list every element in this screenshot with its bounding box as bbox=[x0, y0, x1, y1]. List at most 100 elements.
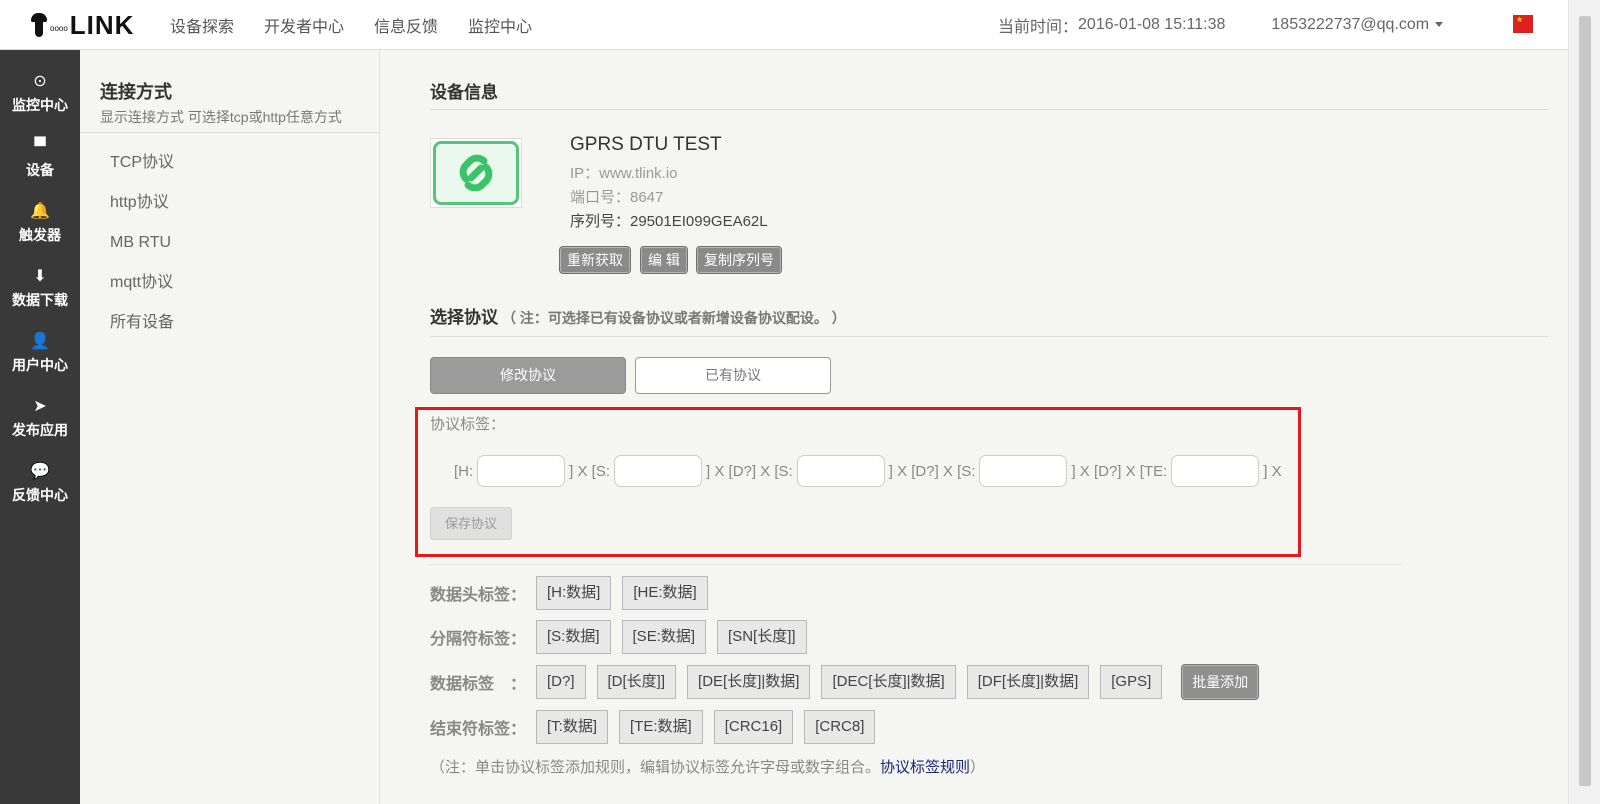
batch-add-button[interactable]: 批量添加 bbox=[1181, 664, 1260, 700]
protocol-section-title: 选择协议（ 注：可选择已有设备协议或者新增设备协议配设。 ） bbox=[430, 303, 846, 328]
protocol-tag[interactable]: [DE[长度]|数据] bbox=[687, 665, 811, 699]
protocol-terminator-input[interactable] bbox=[1171, 455, 1260, 487]
connection-item-tcp[interactable]: TCP协议 bbox=[110, 150, 174, 190]
protocol-tag[interactable]: [H:数据] bbox=[536, 576, 612, 610]
protocol-segment: ] X [D?] X [TE: bbox=[1071, 462, 1168, 480]
user-icon: 👤 bbox=[30, 333, 50, 350]
connection-item-mqtt[interactable]: mqtt协议 bbox=[110, 270, 174, 310]
rail-item-label: 用户中心 bbox=[12, 357, 68, 373]
logo-word: LINK bbox=[69, 9, 135, 40]
tag-footnote: （注：单击协议标签添加规则，编辑协议标签允许字母或数字组合。协议标签规则） bbox=[430, 756, 985, 777]
device-serial: 序列号：29501EI099GEA62L bbox=[570, 213, 768, 230]
rail-item-4[interactable]: 👤 用户中心 bbox=[0, 321, 80, 386]
device-image bbox=[430, 138, 522, 208]
protocol-note: （ 注：可选择已有设备协议或者新增设备协议配设。 ） bbox=[502, 310, 846, 326]
divider bbox=[430, 109, 1548, 110]
tlink-logo[interactable]: oooo LINK bbox=[28, 9, 135, 40]
protocol-tag[interactable]: [TE:数据] bbox=[619, 710, 703, 744]
rail-item-2[interactable]: 🔔 触发器 bbox=[0, 191, 80, 256]
protocol-tag[interactable]: [SE:数据] bbox=[621, 620, 707, 654]
comment-icon: 💬 bbox=[30, 463, 50, 480]
icon-rail: ⊙ 监控中心 ▀ 设备 🔔 触发器 ⬇ 数据下载 👤 用户中心 ➤ 发布应用 💬 反馈中心 bbox=[0, 50, 80, 804]
rail-item-0[interactable]: ⊙ 监控中心 bbox=[0, 61, 80, 126]
logo-mark-icon bbox=[28, 13, 50, 37]
protocol-tag[interactable]: [SN[长度]] bbox=[717, 620, 807, 654]
nav-monitor-center[interactable]: 监控中心 bbox=[468, 13, 532, 37]
rail-item-label: 数据下载 bbox=[12, 292, 68, 308]
connection-item-mbrtu[interactable]: MB RTU bbox=[110, 230, 174, 270]
protocol-template-row: [H: ] X [S: ] X [D?] X [S: ] X [D?] X [S… bbox=[454, 455, 1284, 487]
tab-modify-protocol[interactable]: 修改协议 bbox=[430, 357, 626, 394]
protocol-tag[interactable]: [S:数据] bbox=[536, 620, 611, 654]
rail-item-label: 设备 bbox=[26, 162, 54, 178]
tag-row-label: 结束符标签： bbox=[430, 721, 527, 738]
protocol-tag[interactable]: [DF[长度]|数据] bbox=[966, 665, 1090, 699]
tag-row-label: 分隔符标签： bbox=[430, 631, 527, 648]
page-scrollbar[interactable] bbox=[1568, 0, 1600, 804]
tag-row: 结束符标签： [T:数据] [TE:数据] [CRC16] [CRC8] bbox=[430, 710, 886, 744]
device-ip: IP：www.tlink.io bbox=[570, 165, 678, 182]
protocol-separator-input-2[interactable] bbox=[796, 455, 885, 487]
tag-row: 分隔符标签： [S:数据] [SE:数据] [SN[长度]] bbox=[430, 620, 818, 654]
send-plane-icon: ➤ bbox=[33, 398, 47, 415]
refresh-button[interactable]: 重新获取 bbox=[559, 246, 631, 274]
bell-icon: 🔔 bbox=[30, 203, 50, 220]
top-nav: 设备探索 开发者中心 信息反馈 监控中心 bbox=[170, 0, 562, 50]
nav-feedback[interactable]: 信息反馈 bbox=[374, 13, 438, 37]
user-menu[interactable]: 1853222737@qq.com bbox=[1271, 16, 1444, 34]
connection-item-http[interactable]: http协议 bbox=[110, 190, 174, 230]
device-name: GPRS DTU TEST bbox=[570, 134, 722, 155]
protocol-segment: ] X [D?] X [S: bbox=[888, 462, 976, 480]
chevron-down-icon bbox=[1435, 22, 1444, 28]
device-icon: ▀ bbox=[34, 138, 46, 155]
time-label: 当前时间： bbox=[998, 19, 1079, 36]
protocol-segment: ] X bbox=[1263, 462, 1282, 480]
tag-row-label: 数据标签 ： bbox=[430, 676, 527, 693]
edit-button[interactable]: 编 辑 bbox=[640, 246, 688, 274]
protocol-title: 选择协议 bbox=[430, 308, 498, 327]
protocol-header-input[interactable] bbox=[477, 455, 566, 487]
protocol-segment: ] X [S: bbox=[569, 462, 611, 480]
protocol-separator-input-1[interactable] bbox=[614, 455, 703, 487]
top-bar: oooo LINK 设备探索 开发者中心 信息反馈 监控中心 当前时间： 201… bbox=[0, 0, 1568, 50]
divider bbox=[430, 336, 1548, 337]
device-info-title: 设备信息 bbox=[430, 83, 498, 102]
device-port: 端口号：8647 bbox=[570, 189, 664, 206]
rail-item-label: 监控中心 bbox=[12, 97, 68, 113]
protocol-separator-input-3[interactable] bbox=[979, 455, 1068, 487]
copy-serial-button[interactable]: 复制序列号 bbox=[696, 246, 782, 274]
connection-panel: 连接方式 显示连接方式 可选择tcp或http任意方式 TCP协议 http协议… bbox=[80, 50, 380, 804]
nav-device-explore[interactable]: 设备探索 bbox=[170, 13, 234, 37]
protocol-tag[interactable]: [D?] bbox=[536, 665, 586, 699]
protocol-tag[interactable]: [T:数据] bbox=[536, 710, 609, 744]
protocol-tag[interactable]: [DEC[长度]|数据] bbox=[821, 665, 956, 699]
logo-dots: oooo bbox=[50, 23, 68, 33]
tab-existing-protocol[interactable]: 已有协议 bbox=[635, 357, 831, 394]
rail-item-1[interactable]: ▀ 设备 bbox=[0, 126, 80, 191]
save-protocol-button[interactable]: 保存协议 bbox=[430, 507, 512, 540]
user-email: 1853222737@qq.com bbox=[1271, 16, 1430, 33]
protocol-tag[interactable]: [CRC8] bbox=[804, 710, 876, 744]
main-content: 设备信息 GPRS DTU TEST IP：www.tlink.io 端口号：8… bbox=[380, 50, 1568, 804]
protocol-tag[interactable]: [CRC16] bbox=[713, 710, 794, 744]
rail-item-3[interactable]: ⬇ 数据下载 bbox=[0, 256, 80, 321]
connection-item-all[interactable]: 所有设备 bbox=[110, 310, 174, 350]
protocol-segment: ] X [D?] X [S: bbox=[706, 462, 793, 480]
tag-rules-link[interactable]: 协议标签规则 bbox=[880, 759, 970, 776]
download-arrow-icon: ⬇ bbox=[33, 268, 47, 285]
protocol-tag[interactable]: [GPS] bbox=[1100, 665, 1163, 699]
monitor-target-icon: ⊙ bbox=[33, 73, 47, 90]
tag-row: 数据头标签： [H:数据] [HE:数据] bbox=[430, 576, 719, 610]
rail-item-label: 反馈中心 bbox=[12, 487, 68, 503]
china-flag-icon[interactable]: ★ bbox=[1513, 15, 1533, 33]
rail-item-label: 触发器 bbox=[19, 227, 61, 243]
rail-item-6[interactable]: 💬 反馈中心 bbox=[0, 451, 80, 516]
protocol-tag[interactable]: [HE:数据] bbox=[622, 576, 708, 610]
protocol-tag[interactable]: [D[长度]] bbox=[596, 665, 677, 699]
rail-item-5[interactable]: ➤ 发布应用 bbox=[0, 386, 80, 451]
scrollbar-thumb[interactable] bbox=[1579, 16, 1591, 786]
time-value: 2016-01-08 15:11:38 bbox=[1078, 16, 1226, 33]
footnote-end: ） bbox=[970, 759, 986, 776]
nav-developer-center[interactable]: 开发者中心 bbox=[264, 13, 344, 37]
tag-row: 数据标签 ： [D?] [D[长度]] [DE[长度]|数据] [DEC[长度]|数据]… bbox=[430, 664, 1260, 700]
